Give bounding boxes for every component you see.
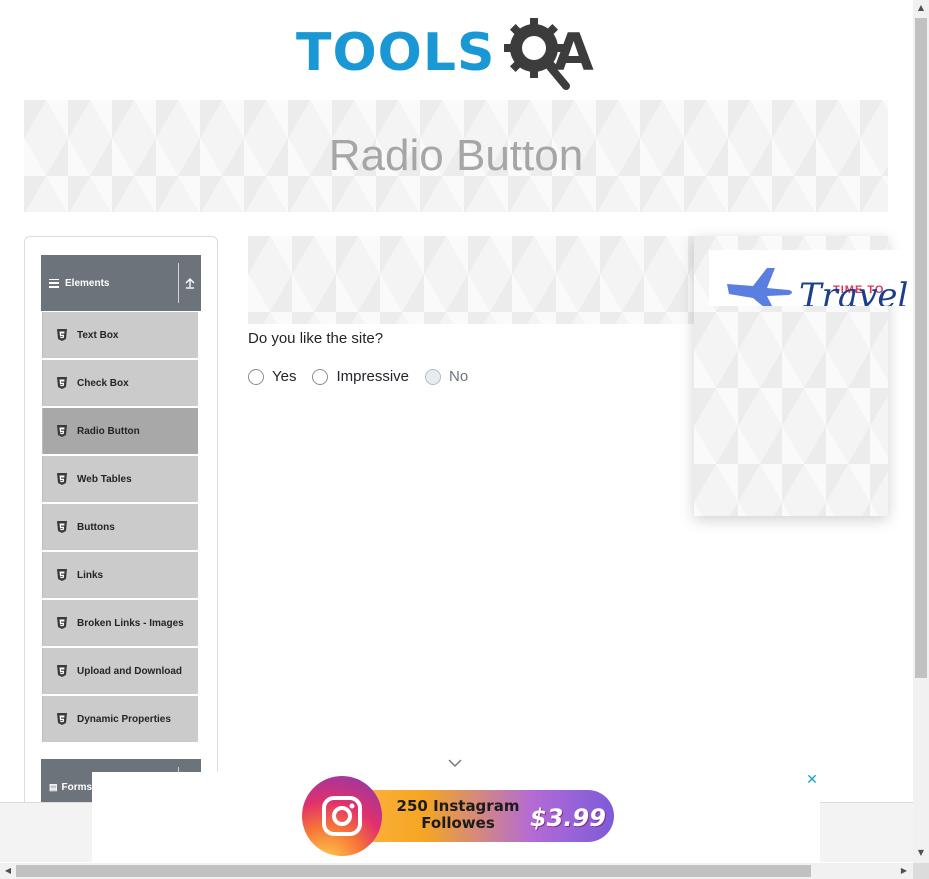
- scroll-left-arrow-icon[interactable]: ◀: [4, 867, 12, 875]
- radio-yes[interactable]: Yes: [248, 368, 296, 385]
- sidebar-item-radio-button[interactable]: Radio Button: [42, 408, 198, 454]
- sidebar-item-links[interactable]: Links: [42, 552, 198, 598]
- horizontal-scrollbar[interactable]: ◀ ▶: [0, 863, 913, 879]
- sidebar-item-dynamic-properties[interactable]: Dynamic Properties: [42, 696, 198, 742]
- sidebar-item-label: Broken Links - Images: [77, 617, 184, 629]
- travel-ad-card[interactable]: TIME TO Travel: [709, 250, 913, 306]
- scroll-right-arrow-icon[interactable]: ▶: [900, 867, 908, 875]
- collapse-up-icon[interactable]: [183, 276, 197, 290]
- sidebar-item-label: Links: [77, 569, 104, 581]
- sidebar-item-broken-links[interactable]: Broken Links - Images: [42, 600, 198, 646]
- html5-icon: [57, 569, 67, 581]
- gear-magnifier-icon: [504, 18, 570, 90]
- header-divider: [178, 263, 179, 303]
- sidebar-item-text-box[interactable]: Text Box: [42, 312, 198, 358]
- radio-label-yes[interactable]: Yes: [272, 368, 296, 385]
- plane-icon: [727, 268, 792, 306]
- sidebar-item-label: Text Box: [77, 329, 119, 341]
- left-menu-panel: Elements Text Box Check Box Radio Button…: [24, 236, 218, 836]
- vertical-scrollbar[interactable]: ▲ ▼: [913, 0, 929, 863]
- scroll-down-arrow-icon[interactable]: ▼: [917, 849, 925, 857]
- instagram-icon: [302, 776, 382, 856]
- menu-list: Text Box Check Box Radio Button Web Tabl…: [42, 312, 198, 744]
- html5-icon: [57, 377, 67, 389]
- sidebar-item-upload-download[interactable]: Upload and Download: [42, 648, 198, 694]
- radio-circle[interactable]: [248, 368, 264, 385]
- radio-no: No: [425, 368, 468, 385]
- html5-icon: [57, 425, 67, 437]
- html5-icon: [57, 473, 67, 485]
- promo-text-line2: Followes: [421, 814, 495, 832]
- radio-circle-disabled: [425, 368, 442, 385]
- sidebar-item-label: Radio Button: [77, 425, 140, 437]
- page-title: Radio Button: [328, 131, 584, 180]
- logo-text-tools: TOOLS: [296, 23, 496, 83]
- radio-group: Yes Impressive No: [248, 368, 484, 385]
- scrollbar-corner: [913, 863, 929, 879]
- burger-icon: [49, 278, 59, 288]
- radio-label-impressive[interactable]: Impressive: [336, 368, 409, 385]
- instagram-promo[interactable]: 250 Instagram Followes $3.99: [302, 776, 614, 856]
- html5-icon: [57, 617, 67, 629]
- html5-icon: [57, 713, 67, 725]
- radio-impressive[interactable]: Impressive: [312, 368, 409, 385]
- sidebar-item-label: Dynamic Properties: [77, 713, 171, 725]
- promo-text: 250 Instagram Followes: [394, 798, 522, 832]
- menu-group-elements[interactable]: Elements: [41, 255, 201, 311]
- question-text: Do you like the site?: [248, 330, 384, 347]
- chevron-down-icon[interactable]: [447, 758, 463, 768]
- sidebar-item-label: Web Tables: [77, 473, 132, 485]
- vertical-scroll-thumb[interactable]: [915, 18, 927, 678]
- html5-icon: [57, 665, 67, 677]
- sidebar-item-label: Buttons: [77, 521, 115, 533]
- html5-icon: [57, 521, 67, 533]
- radio-circle[interactable]: [312, 368, 329, 385]
- menu-group-label: Elements: [65, 277, 110, 289]
- close-icon[interactable]: ✕: [804, 772, 820, 788]
- sidebar-item-web-tables[interactable]: Web Tables: [42, 456, 198, 502]
- html5-icon: [57, 329, 67, 341]
- sidebar-item-label: Upload and Download: [77, 665, 182, 677]
- promo-price: $3.99: [530, 804, 606, 832]
- sidebar-item-check-box[interactable]: Check Box: [42, 360, 198, 406]
- menu-group-label: Forms: [61, 781, 93, 793]
- page-banner: Radio Button: [24, 100, 888, 212]
- promo-text-line1: 250 Instagram: [396, 797, 520, 815]
- sidebar-item-label: Check Box: [77, 377, 129, 389]
- toolsqa-logo[interactable]: TOOLS A: [296, 14, 622, 92]
- travel-ad-script: Travel: [799, 276, 909, 306]
- sidebar-item-buttons[interactable]: Buttons: [42, 504, 198, 550]
- horizontal-scroll-thumb[interactable]: [16, 865, 811, 877]
- scroll-up-arrow-icon[interactable]: ▲: [917, 4, 925, 12]
- radio-label-no: No: [449, 368, 469, 385]
- forms-icon: ▤: [49, 781, 58, 792]
